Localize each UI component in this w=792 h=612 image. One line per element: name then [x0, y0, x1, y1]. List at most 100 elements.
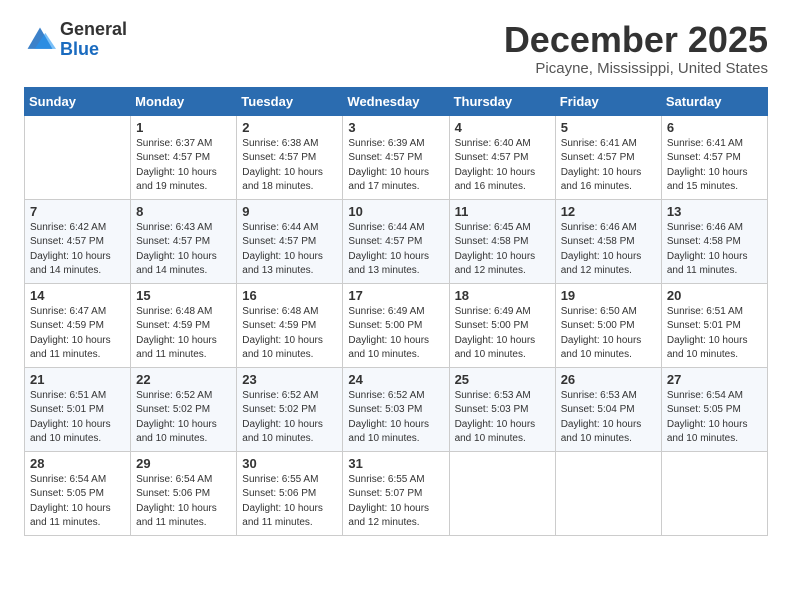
weekday-header-row: SundayMondayTuesdayWednesdayThursdayFrid…: [25, 87, 768, 115]
day-number: 9: [242, 204, 337, 219]
day-number: 28: [30, 456, 125, 471]
month-title: December 2025: [504, 20, 768, 60]
calendar-cell: 19 Sunrise: 6:50 AM Sunset: 5:00 PM Dayli…: [555, 283, 661, 367]
day-info: Sunrise: 6:48 AM Sunset: 4:59 PM Dayligh…: [242, 305, 337, 363]
day-info: Sunrise: 6:49 AM Sunset: 5:00 PM Dayligh…: [455, 305, 550, 363]
logo-blue-text: Blue: [60, 40, 127, 60]
calendar-cell: 24 Sunrise: 6:52 AM Sunset: 5:03 PM Dayli…: [343, 367, 449, 451]
calendar-cell: 30 Sunrise: 6:55 AM Sunset: 5:06 PM Dayli…: [237, 451, 343, 535]
day-info: Sunrise: 6:38 AM Sunset: 4:57 PM Dayligh…: [242, 137, 337, 195]
calendar-cell: [661, 451, 767, 535]
day-info: Sunrise: 6:52 AM Sunset: 5:03 PM Dayligh…: [348, 389, 443, 447]
day-info: Sunrise: 6:46 AM Sunset: 4:58 PM Dayligh…: [667, 221, 762, 279]
calendar-cell: 6Sunrise: 6:41 AM Sunset: 4:57 PM Daylig…: [661, 115, 767, 199]
calendar-cell: 23Sunrise: 6:52 AM Sunset: 5:02 PM Dayli…: [237, 367, 343, 451]
day-info: Sunrise: 6:39 AM Sunset: 4:57 PM Dayligh…: [348, 137, 443, 195]
day-info: Sunrise: 6:54 AM Sunset: 5:05 PM Dayligh…: [667, 389, 762, 447]
calendar-cell: 9Sunrise: 6:44 AM Sunset: 4:57 PM Daylig…: [237, 199, 343, 283]
day-number: 20: [667, 288, 762, 303]
day-number: 1: [136, 120, 231, 135]
weekday-header-tuesday: Tuesday: [237, 87, 343, 115]
calendar-cell: [449, 451, 555, 535]
day-info: Sunrise: 6:52 AM Sunset: 5:02 PM Dayligh…: [136, 389, 231, 447]
page-header: General Blue December 2025 Picayne, Miss…: [24, 20, 768, 77]
day-number: 19: [561, 288, 656, 303]
day-info: Sunrise: 6:46 AM Sunset: 4:58 PM Dayligh…: [561, 221, 656, 279]
calendar-cell: 12Sunrise: 6:46 AM Sunset: 4:58 PM Dayli…: [555, 199, 661, 283]
calendar-cell: 3Sunrise: 6:39 AM Sunset: 4:57 PM Daylig…: [343, 115, 449, 199]
day-info: Sunrise: 6:50 AM Sunset: 5:00 PM Dayligh…: [561, 305, 656, 363]
calendar-cell: 21Sunrise: 6:51 AM Sunset: 5:01 PM Dayli…: [25, 367, 131, 451]
day-info: Sunrise: 6:37 AM Sunset: 4:57 PM Dayligh…: [136, 137, 231, 195]
calendar-cell: 15 Sunrise: 6:48 AM Sunset: 4:59 PM Dayli…: [131, 283, 237, 367]
weekday-header-saturday: Saturday: [661, 87, 767, 115]
day-info: Sunrise: 6:49 AM Sunset: 5:00 PM Dayligh…: [348, 305, 443, 363]
calendar-cell: 20 Sunrise: 6:51 AM Sunset: 5:01 PM Dayli…: [661, 283, 767, 367]
day-number: 2: [242, 120, 337, 135]
logo-icon: [24, 24, 56, 56]
calendar-cell: [25, 115, 131, 199]
day-info: Sunrise: 6:47 AM Sunset: 4:59 PM Dayligh…: [30, 305, 125, 363]
location-text: Picayne, Mississippi, United States: [504, 60, 768, 77]
weekday-header-thursday: Thursday: [449, 87, 555, 115]
day-info: Sunrise: 6:54 AM Sunset: 5:05 PM Dayligh…: [30, 473, 125, 531]
day-info: Sunrise: 6:53 AM Sunset: 5:04 PM Dayligh…: [561, 389, 656, 447]
day-number: 30: [242, 456, 337, 471]
day-info: Sunrise: 6:41 AM Sunset: 4:57 PM Dayligh…: [667, 137, 762, 195]
day-number: 16: [242, 288, 337, 303]
calendar-cell: [555, 451, 661, 535]
calendar-body: 1 Sunrise: 6:37 AM Sunset: 4:57 PM Daylig…: [25, 115, 768, 535]
day-info: Sunrise: 6:48 AM Sunset: 4:59 PM Dayligh…: [136, 305, 231, 363]
day-number: 27: [667, 372, 762, 387]
day-number: 13: [667, 204, 762, 219]
day-info: Sunrise: 6:42 AM Sunset: 4:57 PM Dayligh…: [30, 221, 125, 279]
weekday-header-wednesday: Wednesday: [343, 87, 449, 115]
day-info: Sunrise: 6:43 AM Sunset: 4:57 PM Dayligh…: [136, 221, 231, 279]
day-number: 25: [455, 372, 550, 387]
logo: General Blue: [24, 20, 127, 60]
day-number: 15: [136, 288, 231, 303]
day-number: 21: [30, 372, 125, 387]
day-number: 5: [561, 120, 656, 135]
calendar-cell: 28 Sunrise: 6:54 AM Sunset: 5:05 PM Dayli…: [25, 451, 131, 535]
title-block: December 2025 Picayne, Mississippi, Unit…: [504, 20, 768, 77]
day-number: 24: [348, 372, 443, 387]
calendar-cell: 26Sunrise: 6:53 AM Sunset: 5:04 PM Dayli…: [555, 367, 661, 451]
day-number: 8: [136, 204, 231, 219]
calendar-cell: 31Sunrise: 6:55 AM Sunset: 5:07 PM Dayli…: [343, 451, 449, 535]
calendar-week-5: 28 Sunrise: 6:54 AM Sunset: 5:05 PM Dayli…: [25, 451, 768, 535]
calendar-table: SundayMondayTuesdayWednesdayThursdayFrid…: [24, 87, 768, 536]
day-number: 23: [242, 372, 337, 387]
calendar-week-3: 14 Sunrise: 6:47 AM Sunset: 4:59 PM Dayli…: [25, 283, 768, 367]
day-info: Sunrise: 6:55 AM Sunset: 5:06 PM Dayligh…: [242, 473, 337, 531]
calendar-cell: 1 Sunrise: 6:37 AM Sunset: 4:57 PM Daylig…: [131, 115, 237, 199]
day-info: Sunrise: 6:51 AM Sunset: 5:01 PM Dayligh…: [667, 305, 762, 363]
weekday-header-monday: Monday: [131, 87, 237, 115]
calendar-week-4: 21Sunrise: 6:51 AM Sunset: 5:01 PM Dayli…: [25, 367, 768, 451]
calendar-cell: 4Sunrise: 6:40 AM Sunset: 4:57 PM Daylig…: [449, 115, 555, 199]
day-number: 18: [455, 288, 550, 303]
calendar-cell: 2 Sunrise: 6:38 AM Sunset: 4:57 PM Daylig…: [237, 115, 343, 199]
weekday-header-sunday: Sunday: [25, 87, 131, 115]
calendar-cell: 17Sunrise: 6:49 AM Sunset: 5:00 PM Dayli…: [343, 283, 449, 367]
calendar-cell: 10 Sunrise: 6:44 AM Sunset: 4:57 PM Dayli…: [343, 199, 449, 283]
calendar-cell: 7Sunrise: 6:42 AM Sunset: 4:57 PM Daylig…: [25, 199, 131, 283]
day-number: 31: [348, 456, 443, 471]
day-number: 10: [348, 204, 443, 219]
day-info: Sunrise: 6:45 AM Sunset: 4:58 PM Dayligh…: [455, 221, 550, 279]
day-number: 29: [136, 456, 231, 471]
calendar-week-1: 1 Sunrise: 6:37 AM Sunset: 4:57 PM Daylig…: [25, 115, 768, 199]
calendar-cell: 11Sunrise: 6:45 AM Sunset: 4:58 PM Dayli…: [449, 199, 555, 283]
calendar-cell: 22 Sunrise: 6:52 AM Sunset: 5:02 PM Dayli…: [131, 367, 237, 451]
calendar-week-2: 7Sunrise: 6:42 AM Sunset: 4:57 PM Daylig…: [25, 199, 768, 283]
day-info: Sunrise: 6:44 AM Sunset: 4:57 PM Dayligh…: [348, 221, 443, 279]
day-info: Sunrise: 6:54 AM Sunset: 5:06 PM Dayligh…: [136, 473, 231, 531]
day-number: 22: [136, 372, 231, 387]
day-number: 4: [455, 120, 550, 135]
calendar-cell: 13 Sunrise: 6:46 AM Sunset: 4:58 PM Dayli…: [661, 199, 767, 283]
day-info: Sunrise: 6:53 AM Sunset: 5:03 PM Dayligh…: [455, 389, 550, 447]
calendar-cell: 16 Sunrise: 6:48 AM Sunset: 4:59 PM Dayli…: [237, 283, 343, 367]
calendar-cell: 27 Sunrise: 6:54 AM Sunset: 5:05 PM Dayli…: [661, 367, 767, 451]
calendar-cell: 14 Sunrise: 6:47 AM Sunset: 4:59 PM Dayli…: [25, 283, 131, 367]
day-number: 14: [30, 288, 125, 303]
